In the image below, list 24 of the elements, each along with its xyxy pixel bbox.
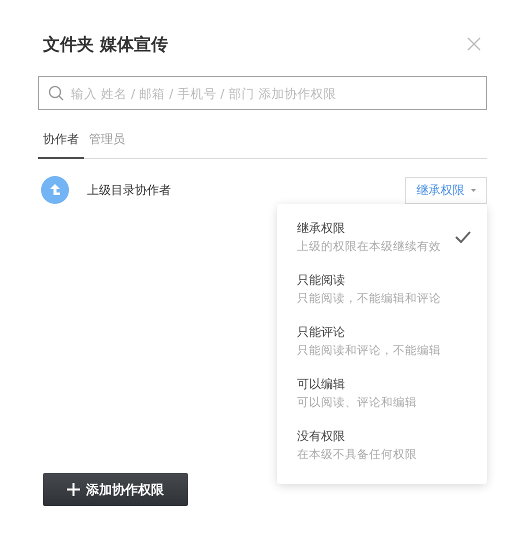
option-description: 在本级不具备任何权限 (297, 447, 417, 462)
dialog-title: 文件夹 媒体宣传 (43, 34, 168, 56)
menu-item[interactable]: 没有权限 在本级不具备任何权限 (277, 424, 487, 476)
option-title: 没有权限 (297, 428, 346, 445)
menu-item[interactable]: 可以编辑 可以阅读、评论和编辑 (277, 372, 487, 424)
close-icon[interactable] (467, 37, 481, 51)
plus-icon (67, 483, 80, 496)
menu-item[interactable]: 只能评论 只能阅读和评论，不能编辑 (277, 320, 487, 372)
option-description: 只能阅读，不能编辑和评论 (297, 291, 441, 306)
search-icon (48, 85, 64, 101)
collaborator-name: 上级目录协作者 (87, 182, 172, 198)
search-field[interactable]: 输入 姓名 / 邮箱 / 手机号 / 部门 添加协作权限 (38, 76, 487, 110)
menu-item[interactable]: 只能阅读 只能阅读，不能编辑和评论 (277, 268, 487, 320)
option-description: 只能阅读和评论，不能编辑 (297, 343, 441, 358)
option-title: 只能评论 (297, 324, 346, 341)
menu-item[interactable]: 继承权限 上级的权限在本级继续有效 (277, 216, 487, 268)
caret-icon (470, 188, 476, 192)
option-description: 可以阅读、评论和编辑 (297, 395, 417, 410)
add-permission-button[interactable]: 添加协作权限 (43, 473, 188, 506)
tab[interactable]: 协作者 (38, 127, 84, 159)
option-title: 可以编辑 (297, 376, 346, 393)
option-description: 上级的权限在本级继续有效 (297, 239, 441, 254)
option-title: 只能阅读 (297, 272, 346, 289)
option-title: 继承权限 (297, 220, 346, 237)
